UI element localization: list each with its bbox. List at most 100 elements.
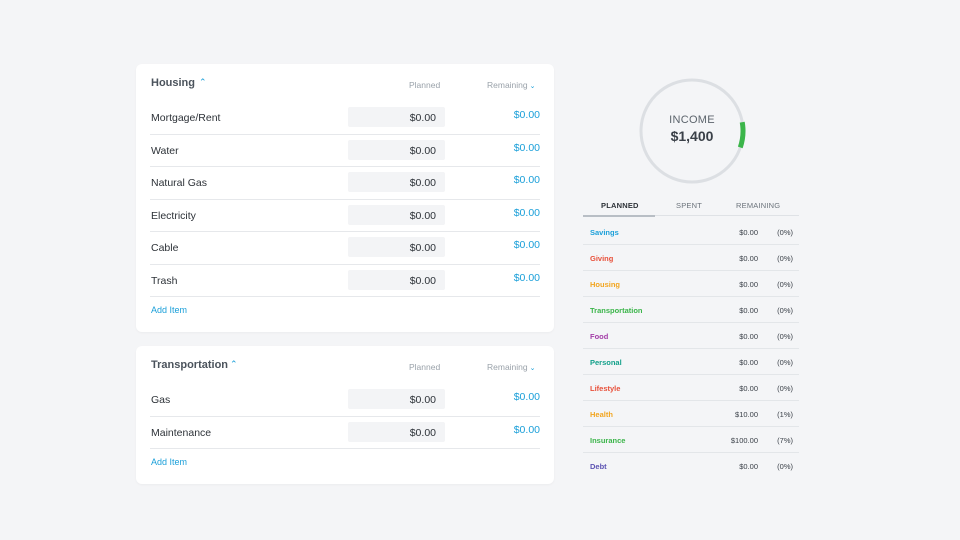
planned-input[interactable]: $0.00 [348,204,445,225]
tab-planned[interactable]: PLANNED [601,201,639,210]
item-label[interactable]: Electricity [151,210,196,222]
planned-value: $0.00 [409,242,436,254]
summary-row[interactable]: Lifestyle $0.00 (0%) [583,375,799,401]
category-percent: (0%) [777,280,793,289]
category-name: Insurance [590,436,626,445]
transportation-header: Transportation ⌃ Planned Remaining ⌄ [136,346,554,384]
remaining-column-label: Remaining [487,80,528,90]
category-amount: $0.00 [739,254,758,263]
planned-column-header: Planned [409,80,441,90]
planned-value: $0.00 [409,177,436,189]
planned-input[interactable]: $0.00 [348,107,445,127]
category-name: Debt [590,462,607,471]
housing-header: Housing ⌃ Planned Remaining ⌄ [136,64,554,102]
planned-input[interactable]: $0.00 [348,421,445,442]
housing-rows: Mortgage/Rent $0.00 $0.00 Water $0.00 $0.00 … [136,102,554,297]
category-percent: (0%) [777,306,793,315]
remaining-value[interactable]: $0.00 [514,239,540,251]
category-amount: $0.00 [739,228,758,237]
budget-row: Mortgage/Rent $0.00 $0.00 [150,102,540,135]
chevron-up-icon[interactable]: ⌃ [199,77,207,88]
add-item-link[interactable]: Add Item [151,457,187,467]
transportation-rows: Gas $0.00 $0.00 Maintenance $0.00 $0.00 [136,384,554,449]
item-label[interactable]: Natural Gas [151,177,207,189]
tab-spent[interactable]: SPENT [676,201,702,210]
item-label[interactable]: Cable [151,242,178,254]
tab-remaining[interactable]: REMAINING [736,201,780,210]
item-label[interactable]: Water [151,145,179,157]
remaining-column-header[interactable]: Remaining ⌄ [487,80,536,90]
category-percent: (0%) [777,358,793,367]
category-name: Housing [590,280,620,289]
category-name: Giving [590,254,614,263]
summary-row[interactable]: Debt $0.00 (0%) [583,453,799,479]
summary-row[interactable]: Giving $0.00 (0%) [583,245,799,271]
summary-row[interactable]: Savings $0.00 (0%) [583,219,799,245]
item-label[interactable]: Maintenance [151,427,211,439]
chevron-up-icon[interactable]: ⌃ [230,359,238,370]
remaining-value[interactable]: $0.00 [514,207,540,219]
category-percent: (0%) [777,228,793,237]
budget-row: Water $0.00 $0.00 [150,135,540,167]
transportation-title: Transportation [151,359,229,371]
category-amount: $0.00 [739,332,758,341]
summary-row[interactable]: Personal $0.00 (0%) [583,349,799,375]
budget-row: Trash $0.00 $0.00 [150,265,540,297]
category-name: Transportation [590,306,643,315]
planned-input[interactable]: $0.00 [348,389,445,409]
summary-row[interactable]: Insurance $100.00 (7%) [583,427,799,453]
planned-value: $0.00 [409,112,436,124]
planned-input[interactable]: $0.00 [348,269,445,290]
item-label[interactable]: Gas [151,394,170,406]
category-name: Personal [590,358,622,367]
income-label: INCOME [669,114,715,126]
summary-row[interactable]: Health $10.00 (1%) [583,401,799,427]
budget-row: Cable $0.00 $0.00 [150,232,540,265]
summary-row[interactable]: Transportation $0.00 (0%) [583,297,799,323]
add-item-link[interactable]: Add Item [151,305,187,315]
planned-value: $0.00 [409,209,436,222]
transportation-card: Transportation ⌃ Planned Remaining ⌄ Gas $… [136,346,554,484]
category-percent: (0%) [777,332,793,341]
category-name: Health [590,410,613,419]
category-amount: $0.00 [739,384,758,393]
budget-row: Electricity $0.00 $0.00 [150,200,540,232]
budget-row: Natural Gas $0.00 $0.00 [150,167,540,200]
item-label[interactable]: Mortgage/Rent [151,112,220,124]
category-amount: $0.00 [739,358,758,367]
summary-tabs: PLANNED SPENT REMAINING [583,196,799,217]
category-percent: (0%) [777,254,793,263]
chevron-down-icon[interactable]: ⌄ [530,365,536,372]
chevron-down-icon[interactable]: ⌄ [530,83,536,90]
summary-row[interactable]: Food $0.00 (0%) [583,323,799,349]
income-value: $1,400 [670,128,714,144]
category-amount: $0.00 [739,280,758,289]
remaining-value[interactable]: $0.00 [514,272,540,284]
budget-row: Gas $0.00 $0.00 [150,384,540,417]
remaining-value[interactable]: $0.00 [514,424,540,436]
item-label[interactable]: Trash [151,275,177,287]
planned-input[interactable]: $0.00 [348,172,445,192]
category-percent: (7%) [777,436,793,445]
remaining-value[interactable]: $0.00 [514,109,540,121]
remaining-value[interactable]: $0.00 [514,391,540,403]
planned-value: $0.00 [409,426,436,439]
category-amount: $0.00 [739,306,758,315]
category-name: Food [590,332,609,341]
planned-value: $0.00 [409,144,436,157]
summary-row[interactable]: Housing $0.00 (0%) [583,271,799,297]
planned-input[interactable]: $0.00 [348,237,445,257]
remaining-value[interactable]: $0.00 [514,142,540,154]
category-amount: $100.00 [730,436,758,445]
housing-title: Housing [151,77,195,89]
category-percent: (1%) [777,410,793,419]
planned-value: $0.00 [409,394,436,406]
budget-row: Maintenance $0.00 $0.00 [150,417,540,449]
category-name: Savings [590,228,619,237]
category-name: Lifestyle [590,384,621,393]
housing-card: Housing ⌃ Planned Remaining ⌄ Mortgage/Re… [136,64,554,332]
remaining-value[interactable]: $0.00 [514,174,540,186]
planned-column-header: Planned [409,362,441,372]
planned-input[interactable]: $0.00 [348,139,445,160]
remaining-column-header[interactable]: Remaining ⌄ [487,362,536,372]
